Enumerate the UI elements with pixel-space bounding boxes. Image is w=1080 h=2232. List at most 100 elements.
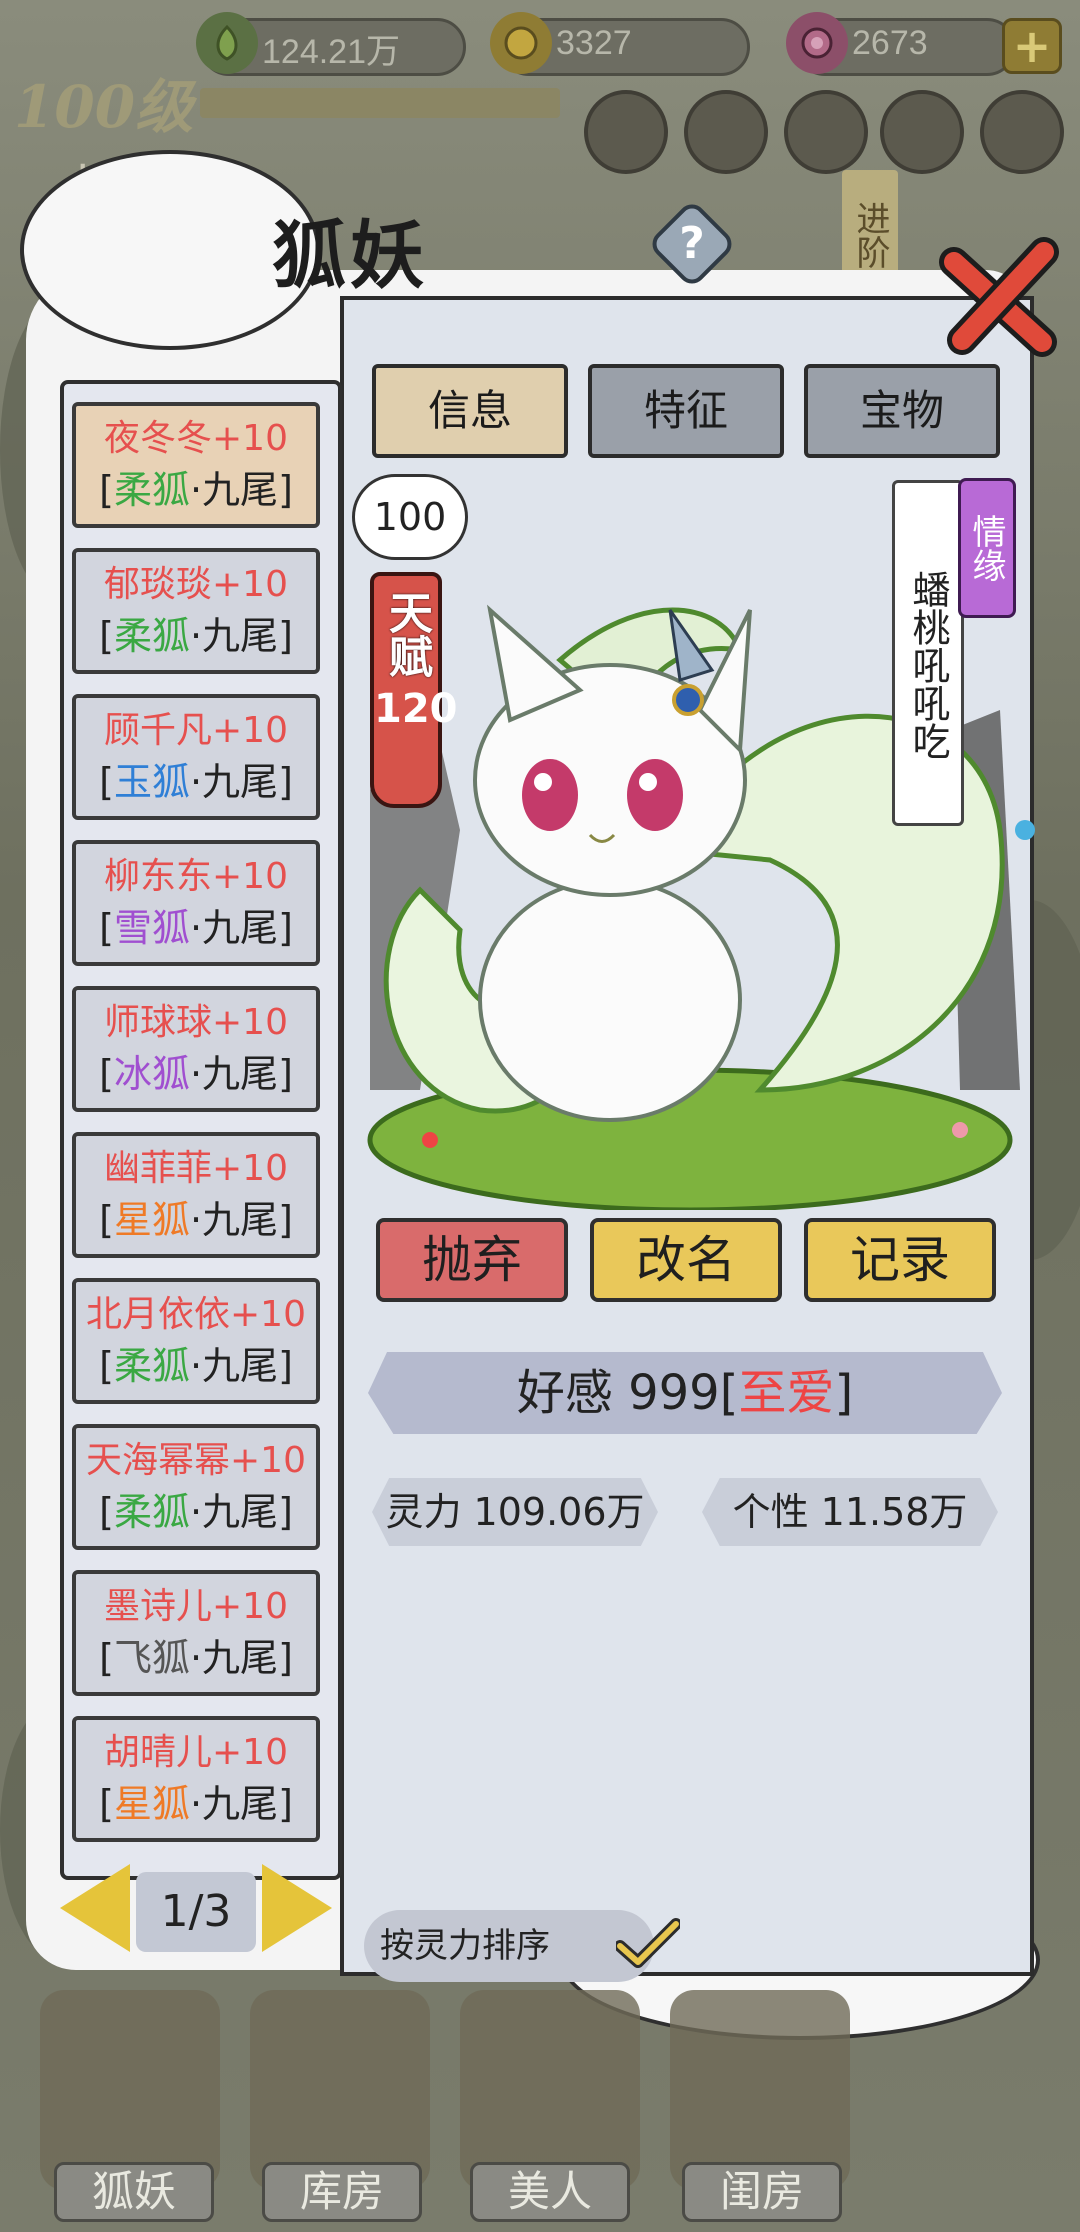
tab-info[interactable]: 信息: [372, 364, 568, 458]
fox-kind: 星狐: [113, 1782, 190, 1826]
fox-kind: 冰狐: [113, 1052, 190, 1096]
fox-kind: 柔狐: [113, 468, 190, 512]
fox-type: [柔狐·九尾]: [99, 614, 293, 658]
talent-label: 天赋: [381, 590, 432, 678]
fox-name: 柳东东+10: [104, 856, 288, 897]
fox-type: [玉狐·九尾]: [99, 760, 293, 804]
fox-list-item[interactable]: 北月依依+10 [柔狐·九尾]: [72, 1278, 320, 1404]
fox-name: 幽菲菲+10: [104, 1148, 288, 1189]
fox-name: 胡晴儿+10: [104, 1732, 288, 1773]
fox-name: 天海幂幂+10: [86, 1440, 306, 1481]
next-page-arrow-icon[interactable]: [262, 1864, 332, 1952]
talent-value: 120: [374, 686, 458, 732]
fox-tail: 九尾: [202, 1782, 279, 1826]
gold-currency-value: 3327: [556, 24, 632, 62]
fox-list-item[interactable]: 天海幂幂+10 [柔狐·九尾]: [72, 1424, 320, 1550]
fox-name: 郁琰琰+10: [104, 564, 288, 605]
scroll-menu-icon[interactable]: [584, 90, 668, 174]
chest-menu-icon[interactable]: [784, 90, 868, 174]
partner-name-scroll[interactable]: 蟠桃吼吼吃: [892, 480, 964, 826]
affection-label: 好感 999: [516, 1365, 720, 1421]
level-progress-strip: [200, 88, 560, 118]
romance-tag[interactable]: 情缘: [958, 478, 1016, 618]
tab-traits[interactable]: 特征: [588, 364, 784, 458]
talent-banner: 天赋 120: [370, 572, 458, 808]
fox-tail: 九尾: [202, 760, 279, 804]
fox-name: 北月依依+10: [86, 1294, 306, 1335]
fox-name: 墨诗儿+10: [104, 1586, 288, 1627]
sort-by-spirit-toggle[interactable]: 按灵力排序: [364, 1910, 654, 1982]
fox-name: 顾千凡+10: [104, 710, 288, 751]
fox-kind: 玉狐: [113, 760, 190, 804]
fox-type: [雪狐·九尾]: [99, 906, 293, 950]
fox-type: [星狐·九尾]: [99, 1198, 293, 1242]
compass-menu-icon[interactable]: [684, 90, 768, 174]
abandon-button[interactable]: 抛弃: [376, 1218, 568, 1302]
panel-title: 狐妖: [272, 213, 428, 299]
fox-kind: 柔狐: [113, 1344, 190, 1388]
fox-name: 夜冬冬+10: [104, 418, 288, 459]
fox-list-item[interactable]: 郁琰琰+10 [柔狐·九尾]: [72, 548, 320, 674]
fox-tail: 九尾: [202, 1052, 279, 1096]
fox-list-item[interactable]: 墨诗儿+10 [飞狐·九尾]: [72, 1570, 320, 1696]
fox-tail: 九尾: [202, 614, 279, 658]
spirit-power-stat: 灵力 109.06万: [372, 1478, 658, 1546]
fox-list-item[interactable]: 夜冬冬+10 [柔狐·九尾]: [72, 402, 320, 528]
fox-tail: 九尾: [202, 1636, 279, 1680]
question-icon: ?: [679, 218, 705, 269]
fox-type: [柔狐·九尾]: [99, 1344, 293, 1388]
close-button[interactable]: [934, 232, 1064, 362]
fox-kind: 柔狐: [113, 614, 190, 658]
storage-nav-art: [250, 1990, 430, 2190]
add-currency-button[interactable]: +: [1002, 18, 1062, 74]
nav-fox[interactable]: 狐妖: [54, 2162, 214, 2222]
fox-nav-art: [40, 1990, 220, 2190]
flower-menu-icon[interactable]: [980, 90, 1064, 174]
player-level: 100级: [14, 73, 194, 141]
fox-tail: 九尾: [202, 906, 279, 950]
page-indicator: 1/3: [136, 1872, 256, 1952]
affection-status: 至爱: [738, 1365, 835, 1421]
beauty-nav-art: [460, 1990, 640, 2190]
fox-kind: 飞狐: [113, 1636, 190, 1680]
prev-page-arrow-icon[interactable]: [60, 1864, 130, 1952]
fox-tail: 九尾: [202, 1490, 279, 1534]
tab-treasure[interactable]: 宝物: [804, 364, 1000, 458]
personality-stat: 个性 11.58万: [702, 1478, 998, 1546]
fox-list-item[interactable]: 柳东东+10 [雪狐·九尾]: [72, 840, 320, 966]
fox-list-item[interactable]: 幽菲菲+10 [星狐·九尾]: [72, 1132, 320, 1258]
checkmark-icon[interactable]: [616, 1918, 680, 1968]
fox-tail: 九尾: [202, 1344, 279, 1388]
spirit-currency-value: 124.21万: [262, 33, 400, 71]
fox-type: [冰狐·九尾]: [99, 1052, 293, 1096]
fox-list-item[interactable]: 胡晴儿+10 [星狐·九尾]: [72, 1716, 320, 1842]
fox-kind: 星狐: [113, 1198, 190, 1242]
gem-icon: [786, 12, 848, 74]
fox-kind: 雪狐: [113, 906, 190, 950]
wheel-menu-icon[interactable]: [880, 90, 964, 174]
affection-bar: 好感 999[至爱]: [368, 1352, 1002, 1434]
close-icon: [939, 237, 1059, 357]
affection-bracket-close: ]: [834, 1365, 854, 1421]
leaf-icon: [196, 12, 258, 74]
boudoir-nav-art: [670, 1990, 850, 2190]
fox-type: [柔狐·九尾]: [99, 468, 293, 512]
nav-beauty[interactable]: 美人: [470, 2162, 630, 2222]
coin-icon: [490, 12, 552, 74]
fox-kind: 柔狐: [113, 1490, 190, 1534]
fox-list-item[interactable]: 顾千凡+10 [玉狐·九尾]: [72, 694, 320, 820]
gem-currency-value: 2673: [852, 24, 928, 62]
fox-tail: 九尾: [202, 468, 279, 512]
fox-tail: 九尾: [202, 1198, 279, 1242]
affection-bracket-open: [: [719, 1365, 739, 1421]
fox-name: 师球球+10: [104, 1002, 288, 1043]
rename-button[interactable]: 改名: [590, 1218, 782, 1302]
nav-storage[interactable]: 库房: [262, 2162, 422, 2222]
fox-type: [飞狐·九尾]: [99, 1636, 293, 1680]
fox-type: [柔狐·九尾]: [99, 1490, 293, 1534]
nav-boudoir[interactable]: 闺房: [682, 2162, 842, 2222]
fox-level-badge: 100级: [352, 474, 468, 619]
fox-list-item[interactable]: 师球球+10 [冰狐·九尾]: [72, 986, 320, 1112]
record-button[interactable]: 记录: [804, 1218, 996, 1302]
fox-type: [星狐·九尾]: [99, 1782, 293, 1826]
